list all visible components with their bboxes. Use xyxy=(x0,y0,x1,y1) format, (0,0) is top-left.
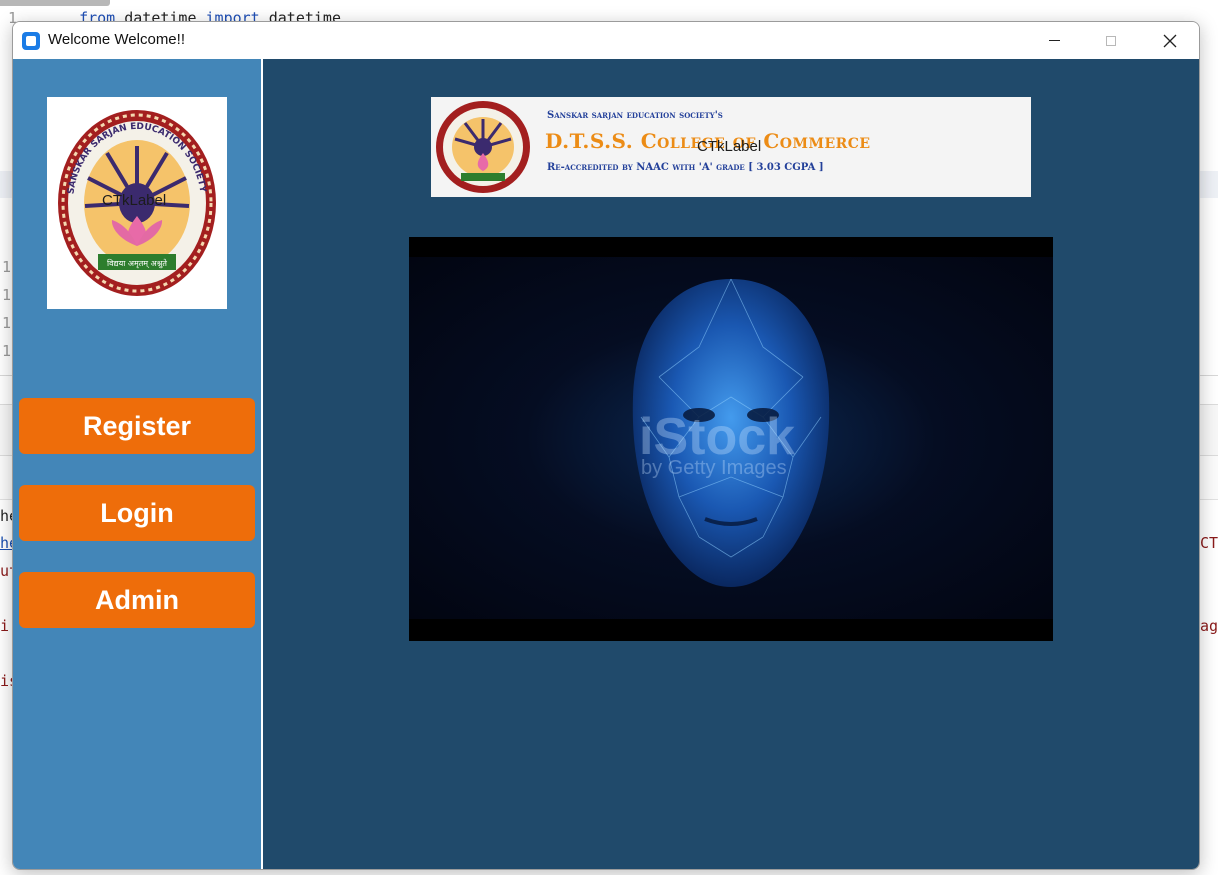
window-title: Welcome Welcome!! xyxy=(48,31,185,48)
face-video-image: iStock by Getty Images xyxy=(409,237,1053,641)
line-number: 1 xyxy=(2,258,12,276)
app-icon xyxy=(22,32,40,50)
app-window: Welcome Welcome!! विद्यया अमृतम् अश्नुते… xyxy=(12,21,1200,870)
console-text: CT xyxy=(1200,534,1218,552)
banner-ctk-label: CTkLabel xyxy=(697,138,762,155)
line-number: 1 xyxy=(2,342,12,360)
watermark-subtitle: by Getty Images xyxy=(641,457,787,479)
line-number: 1 xyxy=(2,286,12,304)
close-icon xyxy=(1163,34,1177,47)
svg-text:विद्यया अमृतम् अश्नुते: विद्यया अमृतम् अश्नुते xyxy=(107,258,167,269)
editor-scroll-indicator xyxy=(0,0,110,6)
console-text: i xyxy=(0,617,10,635)
maximize-icon xyxy=(1106,35,1116,46)
sidebar: विद्यया अमृतम् अश्नुते SANSKAR SARJAN ED… xyxy=(13,59,261,869)
title-bar[interactable]: Welcome Welcome!! xyxy=(13,22,1199,59)
line-number: 1 xyxy=(2,314,12,332)
console-text: ag xyxy=(1200,617,1218,635)
close-button[interactable] xyxy=(1141,22,1199,59)
minimize-icon xyxy=(1048,40,1060,41)
main-panel: Sanskar sarjan education society's D.T.S… xyxy=(263,59,1199,869)
admin-button[interactable]: Admin xyxy=(19,572,255,628)
college-emblem-icon xyxy=(436,101,530,193)
maximize-button[interactable] xyxy=(1082,22,1140,59)
logo-ctk-label: CTkLabel xyxy=(102,192,167,209)
college-banner: Sanskar sarjan education society's D.T.S… xyxy=(431,97,1031,197)
banner-accreditation: Re-accredited by NAAC with 'A' grade [ 3… xyxy=(547,162,824,173)
video-frame: iStock by Getty Images xyxy=(409,257,1053,619)
banner-society-name: Sanskar sarjan education society's xyxy=(547,110,723,121)
minimize-button[interactable] xyxy=(1025,22,1083,59)
register-button[interactable]: Register xyxy=(19,398,255,454)
login-button[interactable]: Login xyxy=(19,485,255,541)
